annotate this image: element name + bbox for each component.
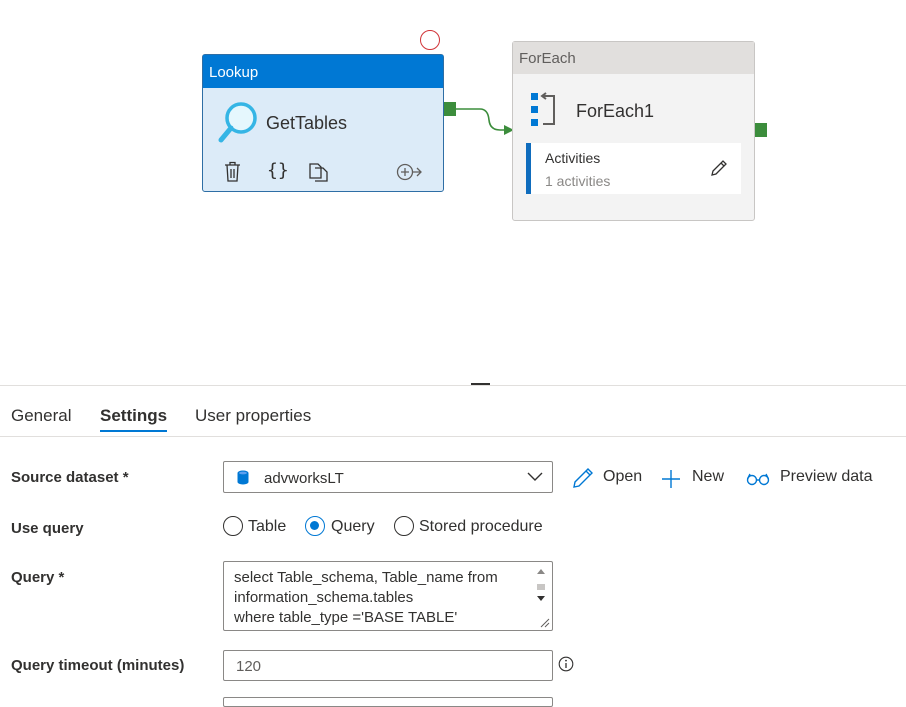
add-output-icon[interactable] <box>396 163 422 186</box>
radio-query-label[interactable]: Query <box>331 518 375 536</box>
open-pencil-icon[interactable] <box>572 467 594 489</box>
tab-general[interactable]: General <box>11 406 71 426</box>
lookup-magnifier-icon <box>218 102 257 143</box>
sql-database-icon <box>237 470 249 485</box>
copy-icon[interactable] <box>309 161 329 187</box>
required-mark: * <box>122 469 129 486</box>
source-dataset-label: Source dataset * <box>11 469 129 486</box>
source-dataset-label-text: Source dataset <box>11 469 119 486</box>
plus-icon[interactable] <box>661 469 681 489</box>
lookup-success-port[interactable] <box>444 102 456 116</box>
activities-count: 1 activities <box>545 173 611 189</box>
query-timeout-value: 120 <box>236 658 262 675</box>
error-indicator-icon[interactable] <box>420 30 440 50</box>
preview-data-button[interactable]: Preview data <box>780 468 873 486</box>
required-mark: * <box>58 569 65 586</box>
new-button[interactable]: New <box>692 468 724 486</box>
code-braces-icon[interactable]: {} <box>267 160 289 181</box>
tab-settings[interactable]: Settings <box>100 406 168 432</box>
query-line: where table_type ='BASE TABLE' <box>234 609 458 626</box>
query-scrollbar[interactable] <box>534 565 548 611</box>
splitter-grip[interactable] <box>471 383 490 385</box>
foreach-success-port[interactable] <box>755 123 767 137</box>
query-textarea[interactable]: select Table_schema, Table_name from info… <box>223 561 553 631</box>
delete-icon[interactable] <box>224 161 241 187</box>
lookup-node-type-label: Lookup <box>203 55 443 88</box>
foreach-node-type-label: ForEach <box>513 42 754 74</box>
info-icon[interactable] <box>558 656 574 672</box>
source-dataset-value: advworksLT <box>264 470 344 487</box>
source-dataset-dropdown[interactable]: advworksLT <box>223 461 553 493</box>
edit-pencil-icon[interactable] <box>710 159 728 177</box>
tab-user-properties[interactable]: User properties <box>195 406 311 426</box>
activities-title: Activities <box>545 150 601 166</box>
foreach-activity-name: ForEach1 <box>576 101 655 121</box>
success-connector <box>456 108 514 135</box>
radio-stored-procedure-label[interactable]: Stored procedure <box>419 518 543 536</box>
panel-splitter[interactable] <box>0 385 906 386</box>
query-timeout-label: Query timeout (minutes) <box>11 657 185 674</box>
query-label-text: Query <box>11 569 55 586</box>
resize-handle-icon[interactable] <box>540 618 550 628</box>
chevron-down-icon <box>527 472 543 481</box>
foreach-activities-panel[interactable]: Activities 1 activities <box>526 143 741 194</box>
lookup-activity-node[interactable]: Lookup GetTables {} <box>202 54 444 192</box>
activities-accent-bar <box>526 143 531 194</box>
lookup-activity-name: GetTables <box>266 113 348 133</box>
query-text: select Table_schema, Table_name from info… <box>234 568 498 628</box>
pipeline-canvas[interactable]: Lookup GetTables {} ForEach ForEach1 Act… <box>0 0 906 385</box>
radio-table-label[interactable]: Table <box>248 518 286 536</box>
query-line: information_schema.tables <box>234 589 414 606</box>
foreach-loop-icon <box>531 92 555 126</box>
foreach-activity-node[interactable]: ForEach ForEach1 Activities 1 activities <box>512 41 755 221</box>
open-button[interactable]: Open <box>603 468 642 486</box>
radio-stored-procedure[interactable] <box>394 516 414 536</box>
properties-tab-bar: General Settings User properties <box>0 400 906 437</box>
query-line: select Table_schema, Table_name from <box>234 569 498 586</box>
query-timeout-input[interactable]: 120 <box>223 650 553 681</box>
preview-glasses-icon[interactable] <box>746 471 770 487</box>
radio-query[interactable] <box>305 516 325 536</box>
radio-table[interactable] <box>223 516 243 536</box>
use-query-label: Use query <box>11 520 84 537</box>
query-label: Query * <box>11 569 64 586</box>
